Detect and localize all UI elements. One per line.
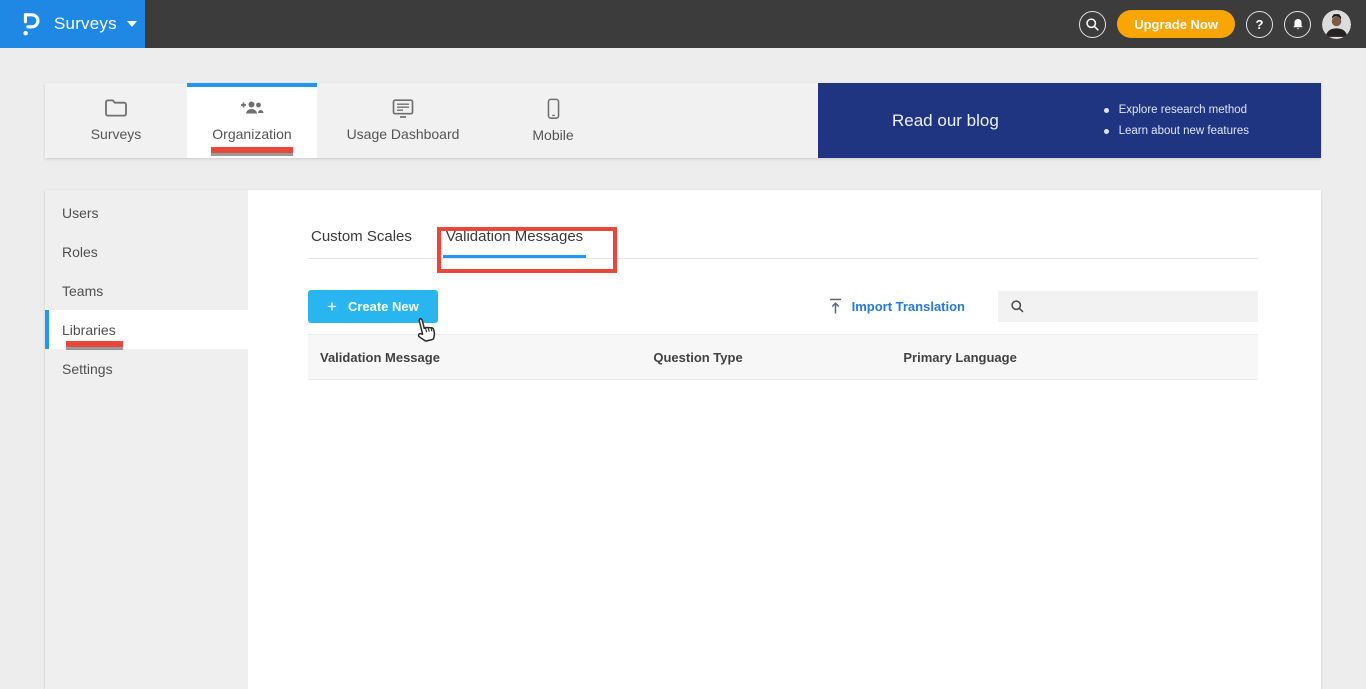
module-tab-mobile[interactable]: Mobile	[489, 83, 617, 158]
mobile-icon	[546, 98, 561, 120]
toolbar: + Create New Import Translation	[308, 290, 1258, 323]
annotation-underline	[66, 341, 123, 347]
toolbar-right: Import Translation	[828, 291, 1258, 322]
notifications-button[interactable]	[1284, 10, 1311, 38]
module-nav-card: Surveys Organization Usage Dashboard Mob…	[45, 83, 1321, 158]
search-button[interactable]	[1079, 10, 1107, 38]
organization-sidebar: Users Roles Teams Libraries Settings	[45, 190, 248, 689]
sidebar-item-users[interactable]: Users	[45, 193, 248, 232]
sidebar-item-label: Users	[62, 204, 99, 221]
chevron-down-icon	[126, 21, 137, 27]
tab-validation-messages[interactable]: Validation Messages	[442, 228, 587, 258]
plus-icon: +	[327, 297, 337, 316]
sidebar-item-label: Teams	[62, 282, 104, 299]
read-our-blog-banner[interactable]: Read our blog Explore research method Le…	[818, 83, 1321, 158]
module-tab-label: Organization	[212, 126, 292, 142]
annotation-underline	[211, 147, 293, 153]
import-translation-link[interactable]: Import Translation	[828, 298, 965, 315]
module-tab-surveys[interactable]: Surveys	[45, 83, 187, 158]
libraries-content: Custom Scales Validation Messages + Crea…	[248, 190, 1321, 689]
column-header-validation-message: Validation Message	[320, 349, 440, 365]
sidebar-item-settings[interactable]: Settings	[45, 349, 248, 388]
library-tabs: Custom Scales Validation Messages	[308, 228, 1258, 259]
product-name: Surveys	[54, 14, 117, 33]
folder-icon	[104, 98, 128, 119]
module-tab-organization[interactable]: Organization	[187, 83, 317, 158]
sidebar-item-label: Settings	[62, 360, 113, 377]
create-new-label: Create New	[347, 299, 419, 314]
module-tab-label: Mobile	[532, 127, 574, 143]
sidebar-item-label: Libraries	[62, 321, 116, 338]
create-new-button[interactable]: + Create New	[308, 290, 438, 323]
upload-icon	[828, 298, 843, 315]
sidebar-item-teams[interactable]: Teams	[45, 271, 248, 310]
add-people-icon	[239, 98, 265, 119]
avatar[interactable]	[1322, 9, 1351, 39]
column-header-primary-language: Primary Language	[903, 349, 1017, 365]
column-header-question-type: Question Type	[653, 349, 743, 365]
tab-custom-scales[interactable]: Custom Scales	[308, 228, 415, 258]
table-header-row: Validation Message Question Type Primary…	[308, 334, 1258, 380]
search-input[interactable]	[1033, 299, 1258, 314]
search-icon	[1010, 299, 1025, 314]
question-mark-icon: ?	[1255, 16, 1264, 32]
import-translation-label: Import Translation	[851, 299, 965, 314]
module-tab-label: Usage Dashboard	[346, 126, 460, 142]
search-box[interactable]	[998, 291, 1258, 322]
module-tab-label: Surveys	[90, 126, 142, 142]
module-tab-usage-dashboard[interactable]: Usage Dashboard	[317, 83, 489, 158]
search-icon	[1085, 17, 1100, 32]
dashboard-icon	[391, 98, 415, 119]
blog-bullet-list: Explore research method Learn about new …	[1103, 100, 1249, 142]
sidebar-item-roles[interactable]: Roles	[45, 232, 248, 271]
blog-bullet-item: Learn about new features	[1103, 121, 1249, 142]
product-switcher[interactable]: Surveys	[0, 0, 145, 48]
help-button[interactable]: ?	[1246, 10, 1273, 38]
topbar: Surveys Upgrade Now ?	[0, 0, 1366, 48]
upgrade-now-button[interactable]: Upgrade Now	[1117, 10, 1235, 38]
sidebar-item-label: Roles	[62, 243, 98, 260]
topbar-actions: Upgrade Now ?	[1079, 9, 1366, 39]
sidebar-item-libraries[interactable]: Libraries	[45, 310, 248, 349]
module-tabs: Surveys Organization Usage Dashboard Mob…	[45, 83, 617, 158]
blog-banner-title: Read our blog	[892, 110, 999, 130]
questionpro-logo-icon	[19, 10, 43, 38]
blog-bullet-item: Explore research method	[1103, 100, 1249, 121]
bell-icon	[1291, 17, 1305, 32]
main-panel: Users Roles Teams Libraries Settings Cus…	[45, 190, 1321, 689]
